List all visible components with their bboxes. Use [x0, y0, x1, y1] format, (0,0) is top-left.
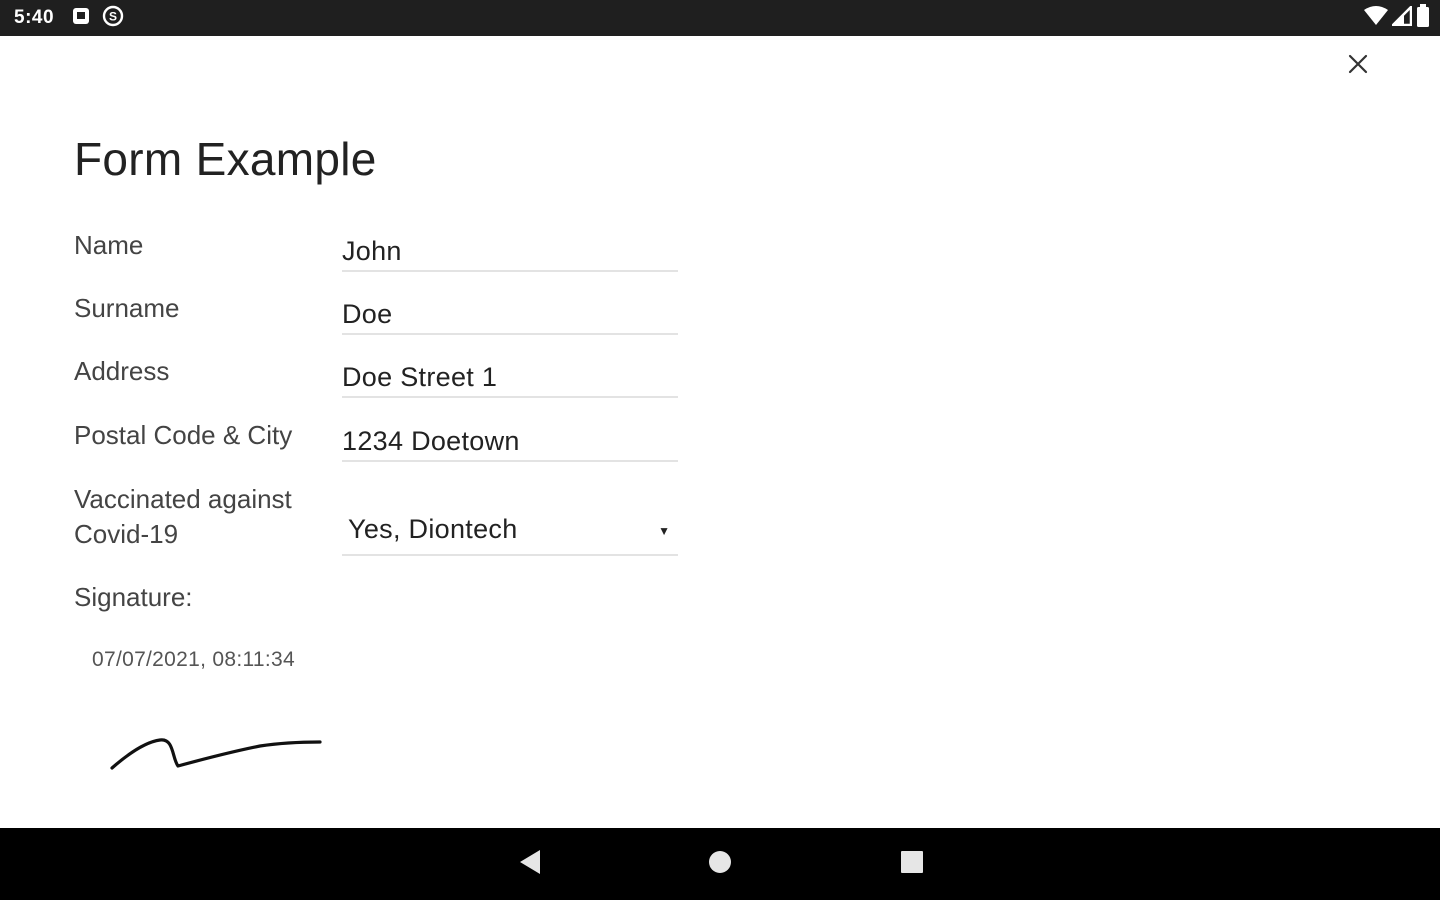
vaccination-label-line1: Vaccinated against: [74, 484, 292, 514]
form-row-name: Name: [74, 228, 678, 276]
signature-label: Signature:: [74, 582, 193, 612]
back-button[interactable]: [508, 842, 552, 886]
home-button[interactable]: [698, 842, 742, 886]
status-system-icons: [1364, 0, 1430, 36]
caret-down-icon: ▼: [658, 524, 670, 538]
form-row-surname: Surname: [74, 291, 678, 339]
signature-drawing: [100, 718, 330, 783]
status-notification-icons: S: [72, 5, 124, 32]
vaccination-select[interactable]: Yes, Diontech ▼: [342, 512, 678, 556]
battery-icon: [1416, 3, 1430, 33]
name-label: Name: [74, 230, 144, 260]
postal-city-label: Postal Code & City: [74, 420, 293, 450]
signature-timestamp: 07/07/2021, 08:11:34: [92, 648, 295, 671]
address-field[interactable]: [342, 358, 678, 398]
recents-button[interactable]: [890, 842, 934, 886]
form-row-address: Address: [74, 354, 678, 402]
name-field[interactable]: [342, 232, 678, 272]
surname-label: Surname: [74, 293, 180, 323]
form-row-postal-city: Postal Code & City: [74, 418, 678, 466]
wifi-icon: [1364, 5, 1388, 31]
data-saver-icon: S: [102, 5, 124, 32]
page-title: Form Example: [74, 133, 377, 185]
back-icon: [518, 849, 542, 880]
status-bar: 5:40 S: [0, 0, 1440, 36]
vaccination-selected-value: Yes, Diontech: [348, 514, 518, 544]
close-icon: [1347, 53, 1369, 80]
navigation-bar: [0, 828, 1440, 900]
surname-field[interactable]: [342, 295, 678, 335]
recents-icon: [900, 850, 924, 879]
status-time: 5:40: [14, 7, 55, 28]
vaccination-label-line2: Covid-19: [74, 519, 179, 549]
postal-city-field[interactable]: [342, 422, 678, 462]
close-button[interactable]: [1338, 46, 1378, 86]
home-icon: [708, 850, 732, 879]
address-label: Address: [74, 356, 170, 386]
svg-text:S: S: [109, 9, 117, 23]
cell-signal-icon: [1389, 3, 1413, 31]
notification-square-icon: [72, 7, 90, 30]
form-row-vaccination: Vaccinated against Covid-19 Yes, Diontec…: [74, 482, 678, 558]
